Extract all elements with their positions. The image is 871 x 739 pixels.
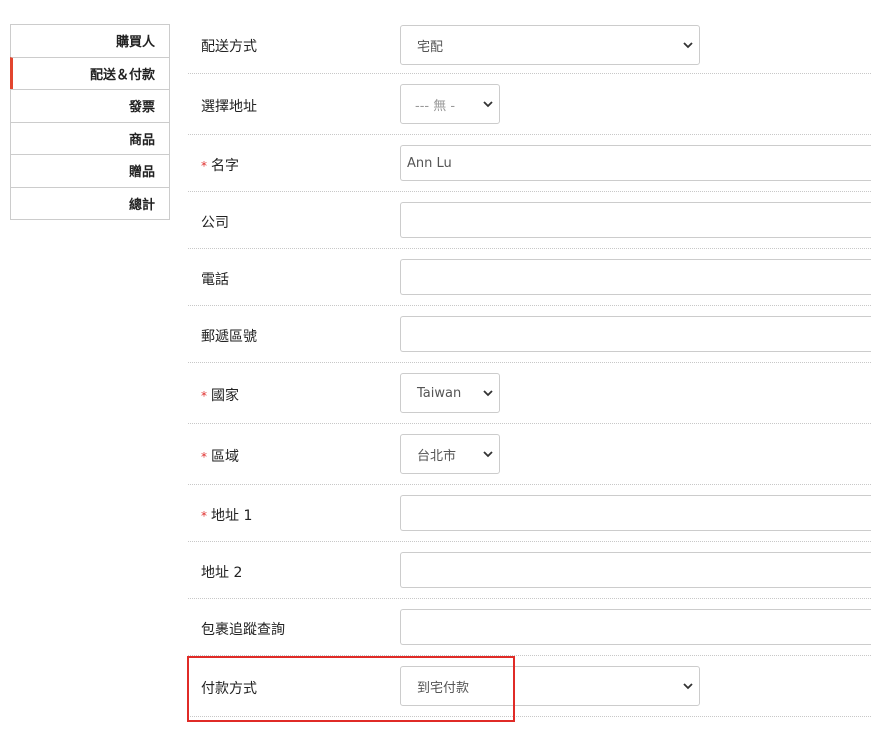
sidebar-item-label: 總計 — [128, 197, 155, 213]
chevron-down-icon — [677, 682, 699, 690]
sidebar-item-total[interactable]: 總計 — [10, 186, 170, 219]
name-label: * 名字 — [201, 158, 239, 174]
sidebar-item-gifts[interactable]: 贈品 — [10, 154, 170, 187]
region-label: * 區域 — [201, 449, 239, 465]
region-value: 台北市 — [417, 448, 457, 464]
required-marker: * — [201, 389, 207, 403]
form-row-shipping-method: 配送方式 宅配 — [188, 16, 871, 74]
checkout-steps-sidebar: 購買人 配送＆付款 發票 商品 贈品 總計 — [10, 24, 170, 220]
required-marker: * — [201, 509, 207, 523]
checkout-page: 購買人 配送＆付款 發票 商品 贈品 總計 配送方式 宅配 選擇地址 --- 無… — [0, 0, 871, 739]
address-select[interactable]: --- 無 - — [400, 84, 500, 124]
required-marker: * — [201, 159, 207, 173]
sidebar-item-label: 商品 — [128, 132, 155, 148]
chevron-down-icon — [477, 450, 499, 458]
name-input[interactable] — [400, 145, 871, 181]
form-row-country: * 國家 Taiwan — [188, 363, 871, 424]
form-row-address1: * 地址 1 — [188, 485, 871, 542]
sidebar-item-label: 發票 — [128, 100, 155, 116]
form-row-address2: 地址 2 — [188, 542, 871, 599]
address1-input[interactable] — [400, 495, 871, 531]
chevron-down-icon — [677, 41, 699, 49]
region-select[interactable]: 台北市 — [400, 434, 500, 474]
address1-label: * 地址 1 — [201, 508, 253, 524]
payment-method-label: 付款方式 — [201, 681, 257, 697]
address-select-label: 選擇地址 — [201, 99, 257, 115]
postcode-label: 郵遞區號 — [201, 329, 257, 345]
form-row-name: * 名字 — [188, 135, 871, 192]
sidebar-item-label: 購買人 — [115, 35, 155, 51]
payment-method-value: 到宅付款 — [417, 680, 470, 696]
shipping-method-select[interactable]: 宅配 — [400, 25, 700, 65]
shipping-method-label: 配送方式 — [201, 39, 257, 55]
address2-label: 地址 2 — [201, 565, 243, 581]
form-row-payment-method: 付款方式 到宅付款 — [188, 656, 871, 717]
tracking-input[interactable] — [400, 609, 871, 645]
chevron-down-icon — [477, 389, 499, 397]
country-select[interactable]: Taiwan — [400, 373, 500, 413]
sidebar-item-products[interactable]: 商品 — [10, 121, 170, 154]
company-label: 公司 — [201, 215, 229, 231]
shipping-method-value: 宅配 — [417, 39, 444, 55]
sidebar-item-buyer[interactable]: 購買人 — [10, 24, 170, 57]
chevron-down-icon — [477, 100, 499, 108]
form-row-company: 公司 — [188, 192, 871, 249]
company-input[interactable] — [400, 202, 871, 238]
form-row-phone: 電話 — [188, 249, 871, 306]
form-row-tracking: 包裹追蹤查詢 — [188, 599, 871, 656]
country-value: Taiwan — [417, 385, 462, 401]
payment-method-select[interactable]: 到宅付款 — [400, 666, 700, 706]
country-label: * 國家 — [201, 388, 239, 404]
required-marker: * — [201, 450, 207, 464]
address-select-value: --- 無 - — [415, 98, 456, 114]
tracking-label: 包裹追蹤查詢 — [201, 622, 285, 638]
sidebar-item-shipping-payment[interactable]: 配送＆付款 — [10, 56, 170, 89]
form-row-region: * 區域 台北市 — [188, 424, 871, 485]
sidebar-item-label: 贈品 — [128, 165, 155, 181]
phone-label: 電話 — [201, 272, 229, 288]
form-row-address-select: 選擇地址 --- 無 - — [188, 74, 871, 135]
phone-input[interactable] — [400, 259, 871, 295]
sidebar-item-label: 配送＆付款 — [89, 67, 155, 83]
shipping-payment-form: 配送方式 宅配 選擇地址 --- 無 - *名字 公司 電話 — [188, 16, 871, 717]
address2-input[interactable] — [400, 552, 871, 588]
postcode-input[interactable] — [400, 316, 871, 352]
sidebar-item-invoice[interactable]: 發票 — [10, 89, 170, 122]
form-row-postcode: 郵遞區號 — [188, 306, 871, 363]
